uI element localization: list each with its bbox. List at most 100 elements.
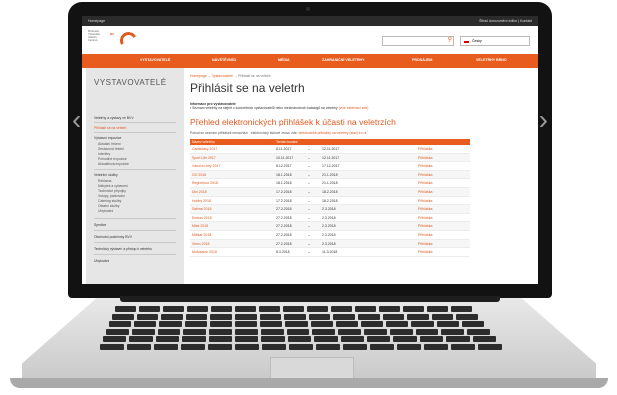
sidebar-item[interactable]: Veletržní služby: [94, 173, 118, 177]
date-from: 27.2.2018: [276, 207, 292, 212]
sidebar-item[interactable]: Technický výstavní a přístup k veletrhu: [94, 247, 152, 251]
nav-item-media[interactable]: MÉDIA: [278, 58, 290, 62]
sidebar-subitem[interactable]: Aktualitová expozice: [98, 162, 129, 166]
info-link[interactable]: (více informací zde): [339, 106, 369, 110]
sidebar-item[interactable]: Ubytování: [94, 259, 109, 263]
nav-item-vystavovatele[interactable]: VYSTAVOVATELÉ: [140, 58, 170, 62]
sidebar-subitem[interactable]: Pohodlné expozice: [98, 157, 127, 161]
nav-item-veletrhy-brno[interactable]: VELETRHY BRNO: [476, 58, 507, 62]
application-link[interactable]: Přihláška: [418, 233, 432, 237]
date-to: 2.3.2018: [322, 215, 336, 220]
date-to: 2.3.2018: [322, 207, 336, 212]
topbar-links[interactable]: Šifrač dorozumění editor | Kontakt: [479, 19, 532, 23]
fair-name-link[interactable]: Mlékař 2018: [192, 233, 211, 237]
application-link[interactable]: Přihláška: [418, 242, 432, 246]
sidebar-subitem[interactable]: Sestavová řešení: [98, 147, 124, 151]
date-separator: –: [308, 215, 310, 220]
fair-name-link[interactable]: Salima 2018: [192, 207, 211, 211]
table-body: Candidacy 2017 8.11.2017 – 12.11.2017 Přihlá…: [190, 145, 470, 257]
keyboard-key: [407, 313, 429, 320]
nav-item-zahranicni[interactable]: ZAHRANIČNÍ VELETRHY: [322, 58, 365, 62]
application-link[interactable]: Přihláška: [418, 147, 432, 151]
topbar-title[interactable]: Homepage: [88, 19, 105, 23]
sidebar-subitem[interactable]: Technické přípojky: [98, 189, 126, 193]
keyboard-key: [355, 306, 376, 312]
keyboard-key: [284, 313, 306, 320]
keyboard-key: [472, 336, 496, 343]
search-input[interactable]: ⚲: [382, 36, 454, 46]
keyboard-key: [431, 313, 454, 320]
fair-name-link[interactable]: Hobby 2018: [192, 199, 211, 203]
keyboard-key: [393, 336, 417, 343]
fair-name-link[interactable]: Vánoční trhy 2017: [192, 164, 220, 168]
application-link[interactable]: Přihláška: [418, 164, 432, 168]
keyboard-key: [161, 313, 183, 320]
sidebar-item[interactable]: Spedice: [94, 223, 106, 227]
keyboard-key: [208, 344, 232, 350]
sidebar-subitem[interactable]: Vstupy, parkování: [98, 194, 125, 198]
chevron-right-icon[interactable]: ›: [539, 106, 548, 134]
breadcrumb-section[interactable]: Vystavovatelé: [212, 74, 233, 78]
sidebar-subitem[interactable]: Catering služby: [98, 199, 121, 203]
application-link[interactable]: Přihláška: [418, 199, 432, 203]
fair-name-link[interactable]: GO 2018: [192, 173, 206, 177]
fair-name-link[interactable]: Vinex 2018: [192, 242, 209, 246]
search-icon[interactable]: ⚲: [448, 36, 452, 43]
fair-name-link[interactable]: Dixi 2018: [192, 190, 207, 194]
nav-item-navstevnici[interactable]: NÁVŠTĚVNÍCI: [212, 58, 236, 62]
keyboard-key: [260, 321, 283, 328]
sidebar-subitem[interactable]: Ubytování: [98, 209, 113, 213]
application-link[interactable]: Přihláška: [418, 190, 432, 194]
keyboard-key: [235, 321, 258, 328]
application-link[interactable]: Přihláška: [418, 224, 432, 228]
sidebar-item[interactable]: Obchodní podmínky BVV: [94, 235, 132, 239]
table-row: GO 2018 18.1.2018 – 21.1.2018 Přihláška: [190, 170, 470, 180]
sidebar-item[interactable]: Výstavní expozice: [94, 136, 121, 140]
date-to: 18.2.2018: [322, 189, 338, 194]
sidebar-heading: VYSTAVOVATELÉ: [94, 78, 167, 87]
application-link[interactable]: Přihláška: [418, 216, 432, 220]
sidebar-item[interactable]: Veletrhy a výstavy ve BVV: [94, 116, 134, 120]
breadcrumb: Homepage → Vystavovatelé → Přihlásit se …: [190, 74, 271, 78]
keyboard-key: [183, 328, 207, 335]
date-to: 11.3.2018: [322, 250, 338, 255]
keyboard-key: [131, 328, 155, 335]
date-from: 27.2.2018: [276, 224, 292, 229]
divider: [94, 122, 176, 123]
breadcrumb-separator: →: [233, 74, 238, 78]
chevron-left-icon[interactable]: ‹: [72, 106, 81, 134]
keyboard-key: [260, 328, 284, 335]
application-link[interactable]: Přihláška: [418, 156, 432, 160]
fair-name-link[interactable]: Sport Life 2017: [192, 156, 216, 160]
fair-name-link[interactable]: Embax 2018: [192, 216, 212, 220]
keyboard-key: [235, 336, 259, 343]
site-logo[interactable]: Brněnské Výstaviště Veletrhy Centrum BV: [88, 30, 139, 51]
date-to: 2.3.2018: [322, 241, 336, 246]
fair-name-link[interactable]: Regiontour 2018: [192, 181, 218, 185]
keyboard-key: [159, 321, 182, 328]
keyboard-key: [335, 321, 358, 328]
sidebar-subitem[interactable]: Nábytek a vybavení: [98, 184, 128, 188]
nav-item-pronajem[interactable]: PRONÁJEM: [412, 58, 432, 62]
language-select[interactable]: Česky: [460, 36, 530, 46]
sidebar-item-active[interactable]: Přihlásit se na veletrh: [94, 126, 126, 130]
application-link[interactable]: Přihláška: [418, 207, 432, 211]
sidebar-subitem[interactable]: Reklama: [98, 179, 111, 183]
table-row: Vinex 2018 27.2.2018 – 2.3.2018 Přihláška: [190, 239, 470, 249]
fair-name-link[interactable]: Mlék 2018: [192, 224, 208, 228]
paragraph-link[interactable]: elektronické přihlášky na veletrhy (stav…: [299, 131, 367, 135]
breadcrumb-home[interactable]: Homepage: [190, 74, 207, 78]
sidebar-subitem[interactable]: Interiéry: [98, 152, 110, 156]
application-link[interactable]: Přihláška: [418, 181, 432, 185]
date-from: 27.2.2018: [276, 241, 292, 246]
divider: [94, 169, 176, 170]
application-link[interactable]: Přihláška: [418, 250, 432, 254]
keyboard-key: [261, 336, 285, 343]
keyboard-key: [157, 328, 181, 335]
fair-name-link[interactable]: Motosalon 2018: [192, 250, 217, 254]
application-link[interactable]: Přihláška: [418, 173, 432, 177]
fair-name-link[interactable]: Candidacy 2017: [192, 147, 217, 151]
sidebar-subitem[interactable]: Ostatní služby: [98, 204, 119, 208]
sidebar-subitem[interactable]: Aktuální řešení: [98, 142, 121, 146]
keyboard-key: [310, 321, 333, 328]
